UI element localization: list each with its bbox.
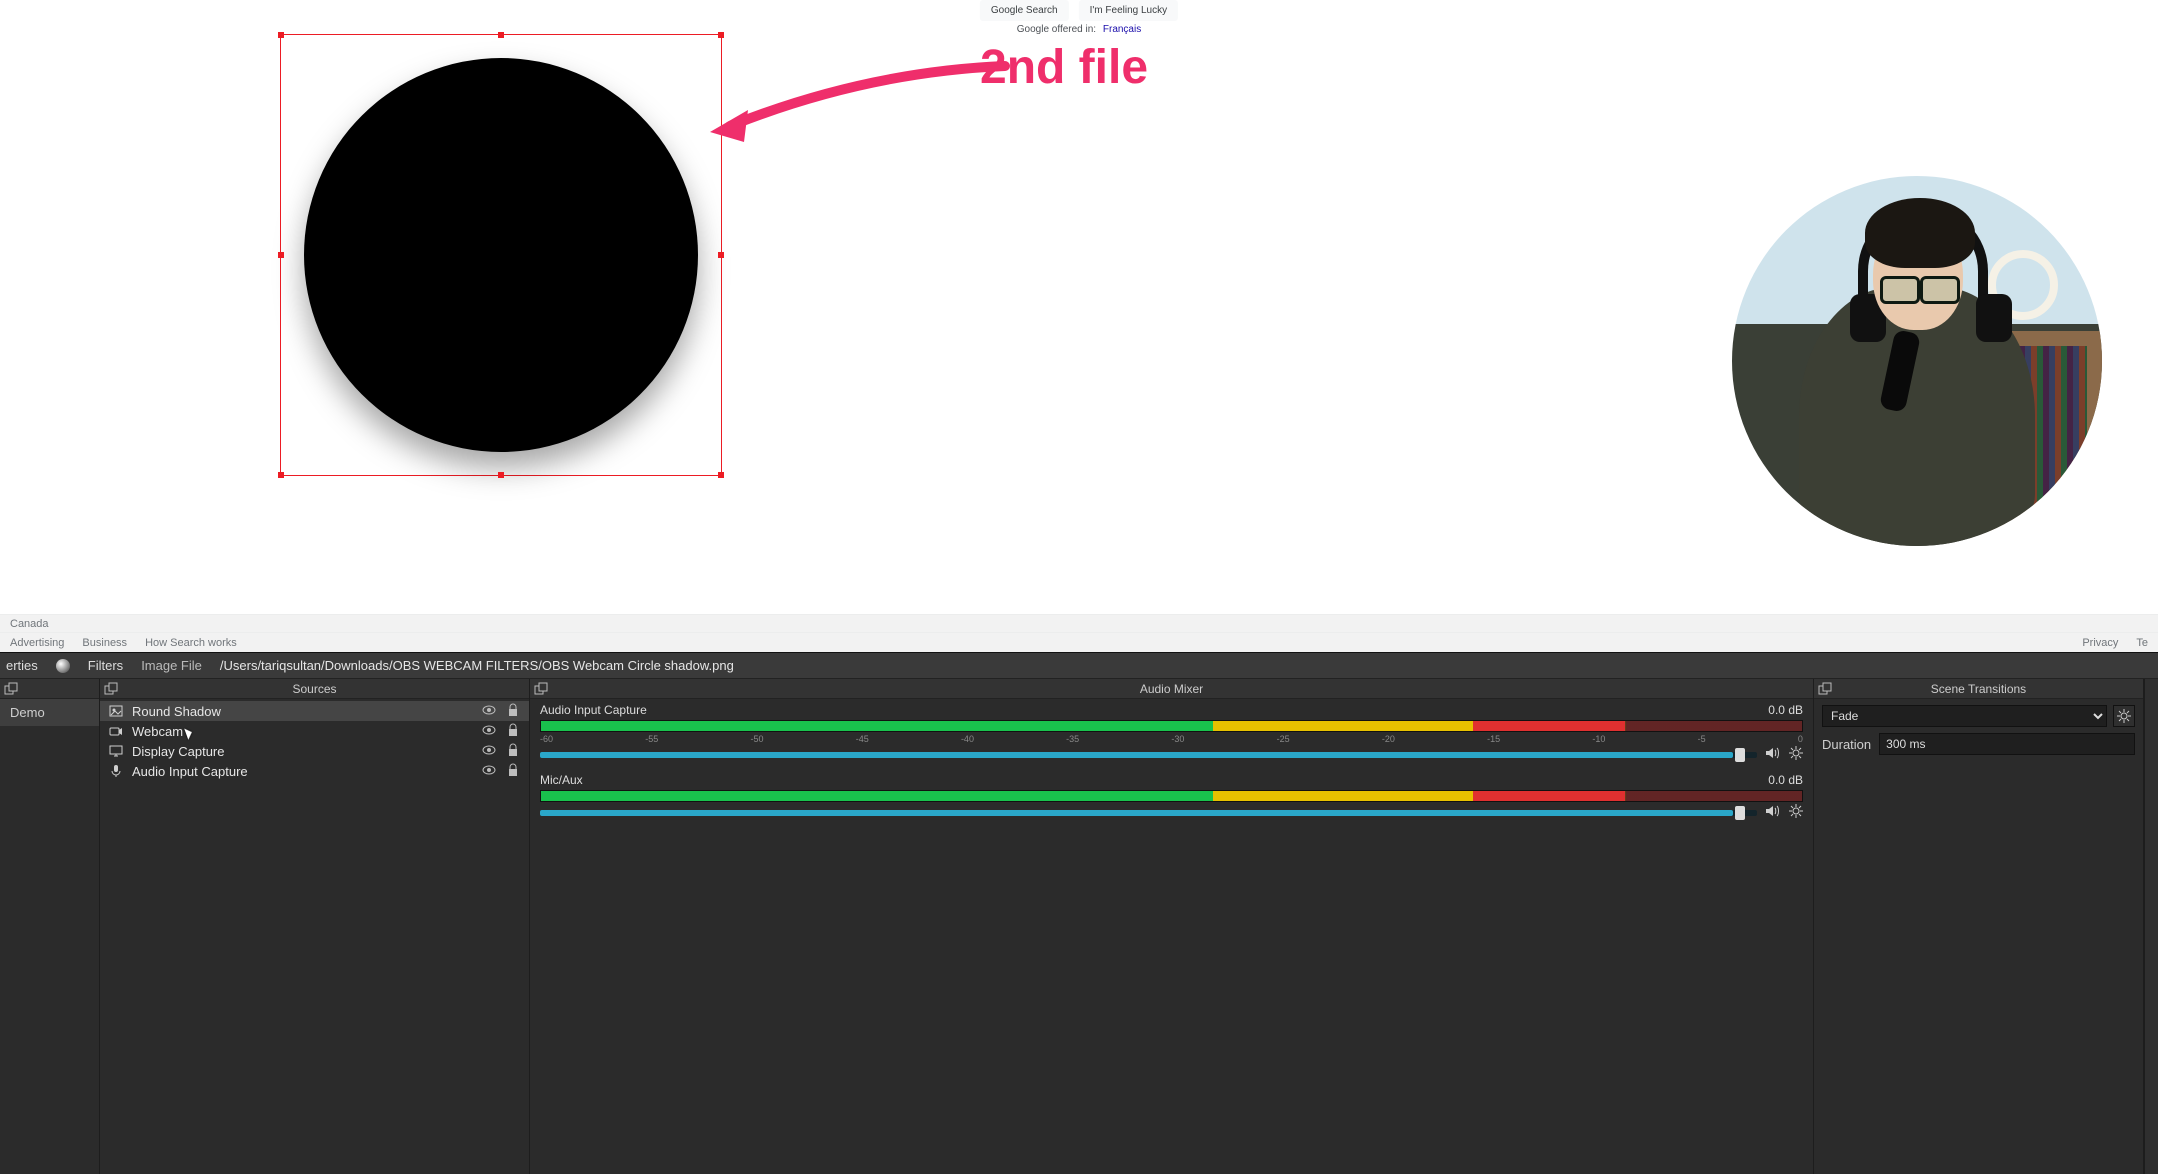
google-footer-country: Canada: [0, 614, 2158, 633]
mixer-channel: Audio Input Capture 0.0 dB -60-55-50-45-40…: [540, 703, 1803, 763]
source-row[interactable]: Audio Input Capture: [100, 761, 529, 781]
source-row[interactable]: Display Capture: [100, 741, 529, 761]
display-icon: [108, 744, 124, 758]
volume-slider[interactable]: [540, 810, 1757, 816]
transitions-title: Scene Transitions: [1931, 682, 2026, 696]
source-name: Webcam: [132, 724, 473, 739]
resize-handle[interactable]: [498, 32, 504, 38]
round-shadow-circle[interactable]: [304, 58, 698, 452]
transitions-header: Scene Transitions: [1814, 679, 2143, 699]
annotation-arrow-icon: [710, 60, 1010, 140]
resize-handle[interactable]: [718, 32, 724, 38]
scenes-panel: Demo: [0, 679, 100, 1174]
camera-icon: [108, 724, 124, 738]
popout-icon[interactable]: [4, 682, 18, 696]
mixer-title: Audio Mixer: [1140, 682, 1203, 696]
sources-title: Sources: [292, 682, 336, 696]
filters-tab[interactable]: Filters: [88, 658, 123, 673]
source-row[interactable]: Round Shadow: [100, 701, 529, 721]
image-icon: [108, 704, 124, 718]
duration-input[interactable]: 300 ms: [1879, 733, 2135, 755]
sources-panel: Sources Round Shadow Webcam Display Captu…: [100, 679, 530, 1174]
filters-icon: [56, 659, 70, 673]
google-footer-links: Advertising Business How Search works Pr…: [0, 632, 2158, 653]
popout-icon[interactable]: [104, 682, 118, 696]
obs-panel: erties Filters Image File /Users/tariqsu…: [0, 652, 2158, 1174]
properties-tab[interactable]: erties: [6, 658, 38, 673]
resize-handle[interactable]: [278, 32, 284, 38]
webcam-preview[interactable]: [1732, 176, 2102, 546]
lock-toggle[interactable]: [505, 723, 521, 740]
footer-link[interactable]: Business: [82, 637, 127, 649]
source-name: Round Shadow: [132, 704, 473, 719]
resize-handle[interactable]: [718, 472, 724, 478]
image-file-label: Image File: [141, 658, 202, 673]
resize-handle[interactable]: [278, 472, 284, 478]
transition-select[interactable]: Fade: [1822, 705, 2107, 727]
popout-icon[interactable]: [534, 682, 548, 696]
google-buttons: Google Search I'm Feeling Lucky: [980, 0, 1178, 21]
google-offered-label: Google offered in:: [1017, 24, 1096, 35]
speaker-icon[interactable]: [1765, 804, 1781, 821]
mixer-header: Audio Mixer: [530, 679, 1813, 699]
lock-toggle[interactable]: [505, 743, 521, 760]
footer-link[interactable]: How Search works: [145, 637, 237, 649]
visibility-toggle[interactable]: [481, 743, 497, 760]
duration-label: Duration: [1822, 737, 1871, 752]
channel-db: 0.0 dB: [1768, 703, 1803, 717]
footer-link[interactable]: Advertising: [10, 637, 64, 649]
volume-slider[interactable]: [540, 752, 1757, 758]
footer-link[interactable]: Privacy: [2082, 637, 2118, 649]
preview-selection-box[interactable]: [280, 34, 722, 476]
footer-link[interactable]: Te: [2136, 637, 2148, 649]
channel-name: Audio Input Capture: [540, 703, 647, 717]
channel-settings-button[interactable]: [1789, 746, 1803, 763]
channel-db: 0.0 dB: [1768, 773, 1803, 787]
mixer-channel: Mic/Aux 0.0 dB: [540, 773, 1803, 821]
lock-toggle[interactable]: [505, 763, 521, 780]
visibility-toggle[interactable]: [481, 763, 497, 780]
obs-topbar: erties Filters Image File /Users/tariqsu…: [0, 653, 2158, 679]
transition-settings-button[interactable]: [2113, 705, 2135, 727]
channel-name: Mic/Aux: [540, 773, 583, 787]
controls-strip: [2144, 679, 2158, 1174]
google-search-button[interactable]: Google Search: [980, 0, 1069, 21]
source-name: Display Capture: [132, 744, 473, 759]
source-row[interactable]: Webcam: [100, 721, 529, 741]
feeling-lucky-button[interactable]: I'm Feeling Lucky: [1079, 0, 1179, 21]
audio-mixer-panel: Audio Mixer Audio Input Capture 0.0 dB -60…: [530, 679, 1814, 1174]
google-offered-lang-link[interactable]: Français: [1103, 24, 1141, 35]
mic-icon: [108, 764, 124, 778]
visibility-toggle[interactable]: [481, 723, 497, 740]
channel-settings-button[interactable]: [1789, 804, 1803, 821]
google-offered-in: Google offered in: Français: [1017, 24, 1141, 35]
image-file-path: /Users/tariqsultan/Downloads/OBS WEBCAM …: [220, 658, 734, 673]
popout-icon[interactable]: [1818, 682, 1832, 696]
sources-header: Sources: [100, 679, 529, 699]
resize-handle[interactable]: [278, 252, 284, 258]
visibility-toggle[interactable]: [481, 703, 497, 720]
resize-handle[interactable]: [718, 252, 724, 258]
speaker-icon[interactable]: [1765, 746, 1781, 763]
lock-toggle[interactable]: [505, 703, 521, 720]
audio-meter: [540, 720, 1803, 732]
transitions-panel: Scene Transitions Fade Duration 300 ms: [1814, 679, 2144, 1174]
audio-meter: [540, 790, 1803, 802]
meter-ticks: -60-55-50-45-40-35-30-25-20-15-10-50: [540, 734, 1803, 744]
resize-handle[interactable]: [498, 472, 504, 478]
gear-icon: [2117, 709, 2131, 723]
scenes-header: [0, 679, 99, 699]
source-name: Audio Input Capture: [132, 764, 473, 779]
scene-item[interactable]: Demo: [0, 699, 99, 726]
